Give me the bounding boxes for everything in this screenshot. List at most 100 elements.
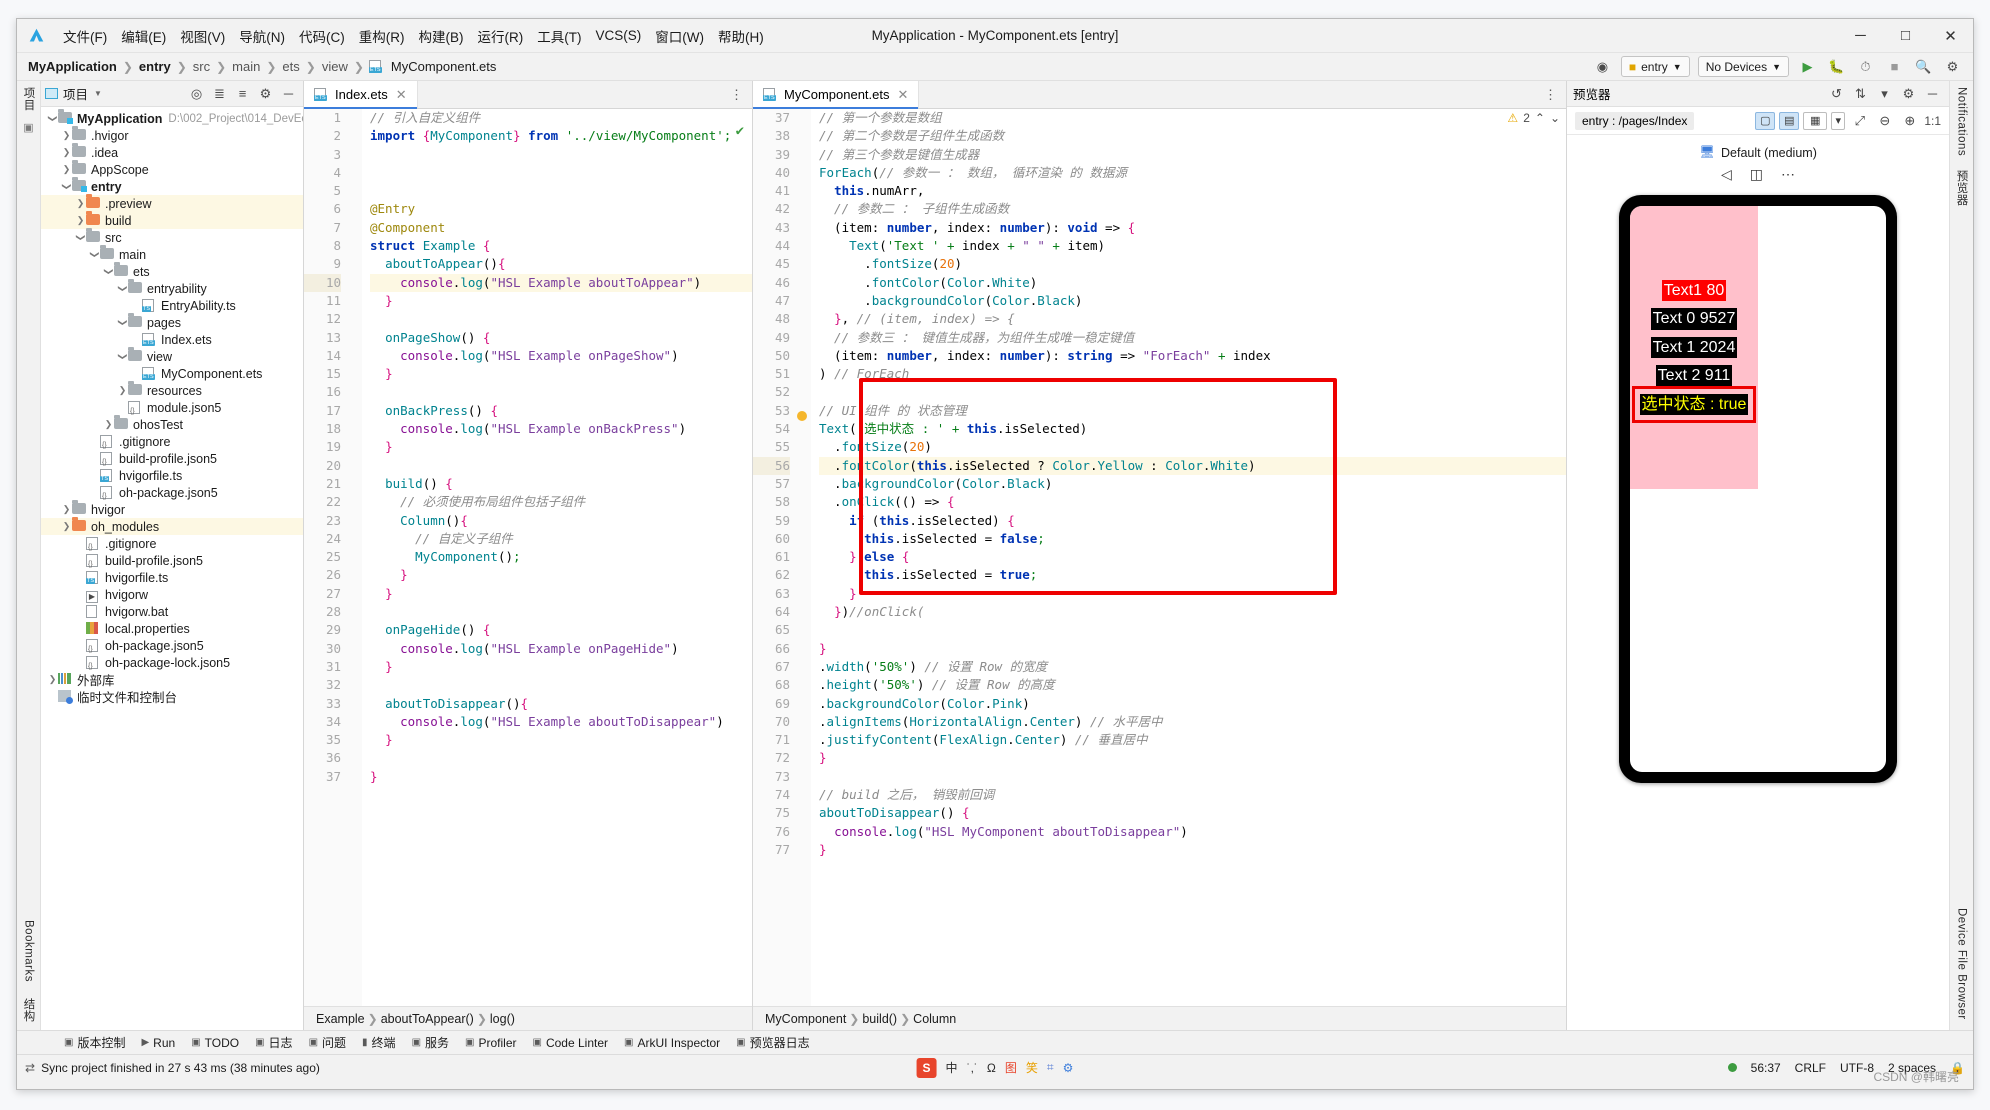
- debug-icon[interactable]: 🐛: [1826, 56, 1847, 77]
- code-line[interactable]: .backgroundColor(Color.Pink): [819, 695, 1566, 713]
- tree-node-view[interactable]: ❯ view: [41, 347, 303, 365]
- caret-position[interactable]: 56:37: [1751, 1061, 1781, 1075]
- code-line[interactable]: Column(){: [370, 512, 752, 530]
- code-line[interactable]: }: [819, 640, 1566, 658]
- locate-icon[interactable]: ◎: [186, 83, 207, 104]
- tree-node-entry[interactable]: ❯ entry: [41, 177, 303, 195]
- tree-node----[interactable]: ❯ 外部库: [41, 671, 303, 688]
- device-selector[interactable]: No Devices ▼: [1697, 56, 1789, 77]
- code-line[interactable]: onPageShow() {: [370, 329, 752, 347]
- chevron-right-icon[interactable]: ❯: [61, 147, 72, 158]
- ime-settings-icon[interactable]: ⚙: [1063, 1061, 1074, 1075]
- code-line[interactable]: // 第二个参数是子组件生成函数: [819, 127, 1566, 145]
- tree-node-entryability[interactable]: ❯ entryability: [41, 279, 303, 297]
- strip-previewer-label[interactable]: 预览器: [1954, 170, 1970, 206]
- code-line[interactable]: .height('50%') // 设置 Row 的高度: [819, 676, 1566, 694]
- toolwindow---[interactable]: ▣ 日志: [248, 1032, 299, 1053]
- code-line[interactable]: console.log("HSL Example aboutToDisappea…: [370, 713, 752, 731]
- zoom-in-icon[interactable]: ⊕: [1899, 110, 1920, 131]
- toolwindow---[interactable]: ▣ 问题: [302, 1032, 353, 1053]
- menu-refactor[interactable]: 重构(R): [353, 23, 411, 49]
- code-line[interactable]: }: [370, 768, 752, 786]
- code-line[interactable]: // 自定义子组件: [370, 530, 752, 548]
- chevron-down-icon[interactable]: ❯: [117, 283, 128, 294]
- tree-node-build-profile-json5[interactable]: build-profile.json5: [41, 552, 303, 569]
- code-line[interactable]: }: [370, 438, 752, 456]
- code-line[interactable]: [819, 621, 1566, 639]
- chevron-right-icon[interactable]: ❯: [75, 198, 86, 209]
- menu-file[interactable]: 文件(F): [57, 23, 113, 49]
- toolwindow-arkui-inspector[interactable]: ▣ ArkUI Inspector: [617, 1034, 727, 1052]
- code-area-right[interactable]: 37 38 39 40 41 42 43 44 45 46 47 48 49 50 51 52 53 54 55 56…: [753, 109, 1566, 1006]
- chevron-right-icon[interactable]: ❯: [75, 215, 86, 226]
- code-line[interactable]: }: [370, 566, 752, 584]
- window-controls[interactable]: ─ □ ✕: [1838, 19, 1973, 52]
- code-area-left[interactable]: 1 2 3 4 5 6 7 8 9 10 11 12 13 14 15 16 17 18 19 20 21 22 23 24 2…: [304, 109, 752, 1006]
- code-line[interactable]: this.isSelected = true;: [819, 566, 1566, 584]
- tree-node--gitignore[interactable]: .gitignore: [41, 535, 303, 552]
- tree-node-oh-package-json5[interactable]: oh-package.json5: [41, 637, 303, 654]
- code-line[interactable]: onBackPress() {: [370, 402, 752, 420]
- code-line[interactable]: build() {: [370, 475, 752, 493]
- chevron-right-icon[interactable]: ❯: [61, 504, 72, 515]
- strip-bookmarks-label[interactable]: Bookmarks: [23, 920, 35, 982]
- code-line[interactable]: .fontColor(this.isSelected ? Color.Yello…: [819, 456, 1566, 475]
- preview-device-label[interactable]: Default (medium): [1721, 146, 1817, 160]
- code-line[interactable]: [819, 383, 1566, 401]
- code-line[interactable]: .justifyContent(FlexAlign.Center) // 垂直居…: [819, 731, 1566, 749]
- chevron-down-icon[interactable]: ❯: [103, 266, 114, 277]
- code-line[interactable]: [370, 603, 752, 621]
- close-icon[interactable]: ✕: [898, 87, 909, 103]
- preview-text-item[interactable]: Text 1 2024: [1650, 336, 1738, 359]
- preview-text-item[interactable]: Text1 80: [1661, 279, 1727, 302]
- code-line[interactable]: MyComponent();: [370, 548, 752, 566]
- code-line[interactable]: .alignItems(HorizontalAlign.Center) // 水…: [819, 713, 1566, 731]
- menu-run[interactable]: 运行(R): [472, 23, 530, 49]
- breadcrumb-myapplication[interactable]: MyApplication: [25, 58, 120, 75]
- tree-node-build-profile-json5[interactable]: build-profile.json5: [41, 450, 303, 467]
- toolwindow-run[interactable]: ▶ Run: [134, 1034, 182, 1052]
- code-line[interactable]: [370, 383, 752, 401]
- multi-device-icon[interactable]: ◫: [1750, 166, 1763, 183]
- code-line[interactable]: // 第三个参数是键值生成器: [819, 146, 1566, 164]
- code-line[interactable]: (item: number, index: number): void => {: [819, 219, 1566, 237]
- crumb-abouttoappear[interactable]: aboutToAppear(): [381, 1012, 474, 1026]
- minimize-button[interactable]: ─: [1838, 19, 1883, 52]
- code-line[interactable]: }: [819, 749, 1566, 767]
- toolwindow-code-linter[interactable]: ▣ Code Linter: [526, 1034, 616, 1052]
- code-line[interactable]: // 参数三 ： 键值生成器，为组件生成唯一稳定键值: [819, 329, 1566, 347]
- toolwindow---[interactable]: ▣ 服务: [405, 1032, 456, 1053]
- breadcrumb-mycomponent[interactable]: MyComponent.ets: [388, 58, 500, 75]
- tree-node--hvigor[interactable]: ❯ .hvigor: [41, 126, 303, 144]
- tree-node-appscope[interactable]: ❯ AppScope: [41, 160, 303, 178]
- ime-logo-icon[interactable]: S: [916, 1057, 937, 1078]
- rotate-left-icon[interactable]: ◁: [1721, 166, 1732, 183]
- code-line[interactable]: } else {: [819, 548, 1566, 566]
- menu-view[interactable]: 视图(V): [174, 23, 231, 49]
- tree-node-resources[interactable]: ❯ resources: [41, 381, 303, 399]
- code-line[interactable]: }: [819, 585, 1566, 603]
- code-line[interactable]: aboutToDisappear() {: [819, 804, 1566, 822]
- code-lines-left[interactable]: // 引入自定义组件 import {MyComponent} from '../…: [362, 109, 752, 1006]
- code-line[interactable]: }: [819, 841, 1566, 859]
- tree-node-oh-modules[interactable]: ❯ oh_modules: [41, 517, 303, 535]
- layout-icon[interactable]: ▢: [1755, 111, 1776, 130]
- preview-path-chip[interactable]: entry : /pages/Index: [1575, 111, 1695, 130]
- code-line[interactable]: struct Example {: [370, 237, 752, 255]
- menu-window[interactable]: 窗口(W): [649, 23, 710, 49]
- chevron-down-icon[interactable]: ❯: [75, 232, 86, 243]
- toolwindow-profiler[interactable]: ▣ Profiler: [458, 1034, 523, 1052]
- stop-icon[interactable]: ■: [1884, 56, 1905, 77]
- crumb-example[interactable]: Example: [316, 1012, 365, 1026]
- chevron-down-icon[interactable]: ❯: [47, 113, 58, 124]
- code-line[interactable]: this.numArr,: [819, 182, 1566, 200]
- file-encoding[interactable]: UTF-8: [1840, 1061, 1874, 1075]
- more-vertical-icon[interactable]: ⋮: [1535, 81, 1566, 108]
- tree-node-hvigorfile-ts[interactable]: TS hvigorfile.ts: [41, 467, 303, 484]
- chevron-down-icon[interactable]: ❯: [89, 249, 100, 260]
- code-line[interactable]: [819, 768, 1566, 786]
- crumb-build[interactable]: build(): [862, 1012, 897, 1026]
- multi-device-icon[interactable]: ▦: [1803, 111, 1828, 130]
- menu-bar[interactable]: 文件(F) 编辑(E) 视图(V) 导航(N) 代码(C) 重构(R) 构建(B…: [57, 23, 770, 49]
- tree-node-ohostest[interactable]: ❯ ohosTest: [41, 415, 303, 433]
